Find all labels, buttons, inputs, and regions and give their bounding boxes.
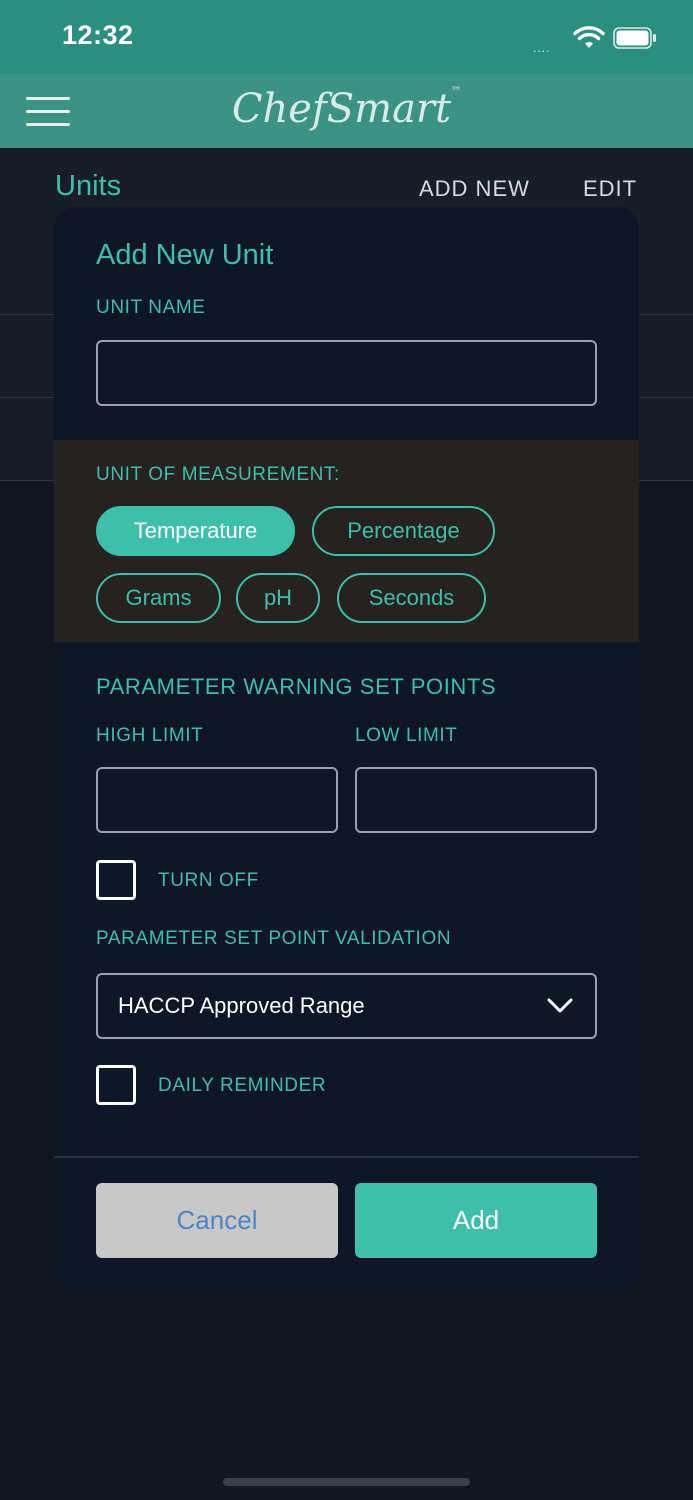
low-limit-label: LOW LIMIT [355,725,458,746]
measurement-chip-grams[interactable]: Grams [96,573,221,623]
page-title: Units [55,170,122,202]
chevron-down-icon [547,998,573,1013]
turn-off-checkbox[interactable] [96,860,136,900]
add-button[interactable]: Add [355,1183,597,1258]
validation-selected-value: HACCP Approved Range [118,993,365,1018]
unit-name-input[interactable] [96,340,597,406]
measurement-chip-percentage[interactable]: Percentage [312,506,495,556]
validation-label: PARAMETER SET POINT VALIDATION [96,928,452,949]
daily-reminder-label: DAILY REMINDER [158,1075,327,1096]
daily-reminder-checkbox[interactable] [96,1065,136,1105]
validation-select[interactable]: HACCP Approved Range [96,973,597,1039]
status-time: 12:32 [62,20,134,50]
divider [54,1156,639,1158]
wifi-icon [573,26,605,48]
edit-link[interactable]: EDIT [583,176,637,202]
high-limit-input[interactable] [96,767,338,833]
battery-icon [613,27,656,49]
high-limit-label: HIGH LIMIT [96,725,204,746]
add-new-link[interactable]: ADD NEW [419,176,530,202]
add-unit-dialog: Add New Unit UNIT NAME UNIT OF MEASUREME… [54,207,639,1292]
low-limit-input[interactable] [355,767,597,833]
dialog-title: Add New Unit [96,239,274,271]
cancel-button[interactable]: Cancel [96,1183,338,1258]
measurement-chip-ph[interactable]: pH [236,573,320,623]
cellular-signal-icon: .... [533,41,551,55]
measurement-chip-seconds[interactable]: Seconds [337,573,486,623]
status-bar: 12:32 .... [0,0,693,74]
unit-of-measurement-section: UNIT OF MEASUREMENT: Temperature Percent… [54,440,639,642]
home-indicator[interactable] [223,1478,470,1486]
chefsmart-logo: ChefSmart™ [231,86,462,132]
unit-name-label: UNIT NAME [96,297,206,318]
turn-off-label: TURN OFF [158,870,259,891]
app-header: ChefSmart™ [0,74,693,148]
unit-of-measurement-label: UNIT OF MEASUREMENT: [96,464,340,485]
measurement-chip-temperature[interactable]: Temperature [96,506,295,556]
warning-set-points-title: PARAMETER WARNING SET POINTS [96,674,497,699]
